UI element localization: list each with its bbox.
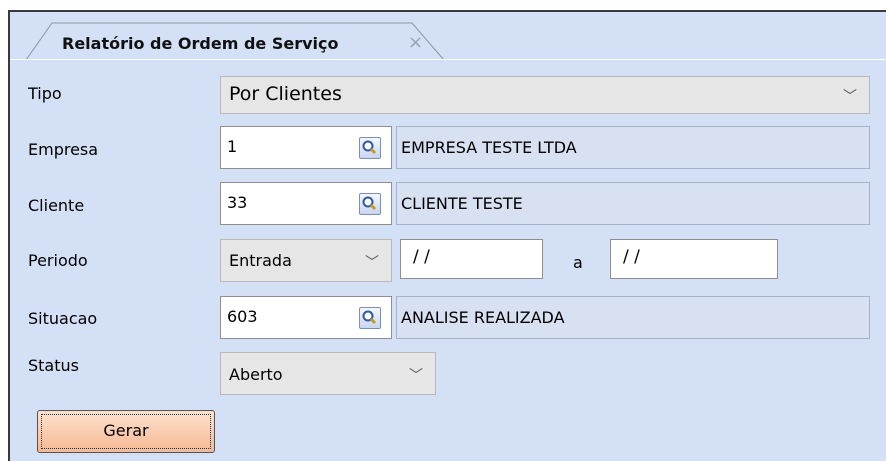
tab-title: Relatório de Ordem de Serviço (62, 34, 339, 53)
magnifier-icon[interactable] (359, 193, 381, 215)
situacao-label: Situacao (28, 309, 98, 328)
empresa-description-text: EMPRESA TESTE LTDA (401, 138, 577, 157)
situacao-code: 603 (227, 307, 258, 326)
empresa-code: 1 (227, 137, 238, 156)
cliente-description-text: CLIENTE TESTE (401, 194, 523, 213)
status-label: Status (28, 356, 79, 375)
periodo-label: Periodo (28, 251, 88, 270)
tab-divider (10, 59, 886, 60)
tab-relatorio[interactable]: Relatório de Ordem de Serviço × (26, 22, 450, 61)
periodo-to-value: / / (623, 247, 640, 267)
chevron-down-icon: ﹀ (409, 368, 423, 384)
periodo-type-select[interactable]: Entrada ﹀ (220, 239, 392, 282)
empresa-label: Empresa (28, 140, 99, 159)
chevron-down-icon: ﹀ (365, 255, 379, 271)
tipo-value: Por Clientes (229, 83, 342, 105)
cliente-code-field[interactable]: 33 (220, 182, 392, 225)
cliente-description: CLIENTE TESTE (396, 182, 870, 225)
situacao-description-text: ANALISE REALIZADA (401, 308, 565, 327)
situacao-code-field[interactable]: 603 (220, 296, 392, 339)
tipo-select[interactable]: Por Clientes ﹀ (220, 76, 870, 114)
periodo-to-field[interactable]: / / (610, 239, 778, 279)
status-value: Aberto (229, 365, 283, 384)
situacao-description: ANALISE REALIZADA (396, 296, 870, 339)
empresa-code-field[interactable]: 1 (220, 126, 392, 169)
report-window: Relatório de Ordem de Serviço × Tipo Por… (8, 10, 886, 461)
periodo-type-value: Entrada (229, 251, 292, 270)
periodo-from-value: / / (413, 247, 430, 267)
tipo-label: Tipo (28, 84, 62, 103)
status-select[interactable]: Aberto ﹀ (220, 352, 436, 395)
chevron-down-icon: ﹀ (843, 89, 857, 105)
tab-strip: Relatório de Ordem de Serviço × (10, 12, 886, 61)
generate-button[interactable]: Gerar (37, 410, 215, 453)
magnifier-icon[interactable] (359, 137, 381, 159)
cliente-code: 33 (227, 193, 248, 212)
cliente-label: Cliente (28, 196, 85, 215)
magnifier-icon[interactable] (359, 307, 381, 329)
periodo-from-field[interactable]: / / (400, 239, 543, 279)
empresa-description: EMPRESA TESTE LTDA (396, 126, 870, 169)
generate-button-label: Gerar (103, 421, 149, 440)
close-icon[interactable]: × (408, 32, 423, 53)
periodo-separator: a (573, 253, 583, 272)
